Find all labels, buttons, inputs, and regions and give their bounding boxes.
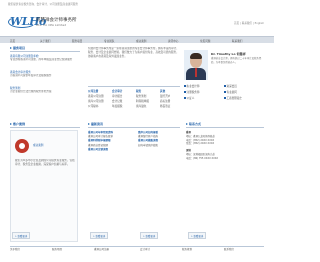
nav-item-home[interactable]: 首页 [10, 39, 15, 43]
news-item[interactable]: 如何申请离岸豁免 [138, 144, 182, 148]
nav-item-faq[interactable]: 常见问题 [200, 39, 210, 43]
office-details: 地址：深圳福田区深南大道 电话：(86) 755 XXXX XXXX [186, 152, 219, 160]
grid-link[interactable]: 年度报税 [112, 104, 122, 108]
credential-item: 工商管理硕士 [224, 96, 242, 100]
header: WLHo 何慧祥会计师事务所 W.L. Ho CPA Limited 首页 | … [0, 9, 274, 33]
service-desc-audit: 为香港公司提供年度审计及报税服务 [10, 74, 52, 77]
grid-link[interactable]: 公司秘书 [88, 104, 98, 108]
news-section-title: 最新资讯 [88, 122, 103, 126]
cases-section-title: 客户案例 [10, 122, 25, 126]
divider [10, 51, 80, 52]
services-section-title: 服务项目 [10, 46, 25, 50]
nav-item-news[interactable]: 资讯中心 [168, 39, 178, 43]
divider [10, 127, 80, 128]
nav-item-services[interactable]: 服务项目 [72, 39, 82, 43]
footer-link[interactable]: 会计审计 [140, 247, 150, 251]
nav-item-about[interactable]: 关于我们 [40, 39, 50, 43]
grid-link[interactable]: 离岸豁免 [136, 104, 146, 108]
client-logo-icon [15, 139, 29, 153]
grid-link[interactable]: 香港公司注册 [88, 94, 104, 98]
grid-heading-audit: 会计审计 [112, 90, 123, 93]
divider [88, 127, 180, 128]
grid-link[interactable]: 会计记账 [112, 99, 122, 103]
news-list-left: 香港公司年审所需资料 香港公司审计报告要求 香港利得税申报期限 香港商业登记续期… [88, 131, 142, 152]
brand-name-english: W.L. Ho CPA Limited [36, 23, 67, 27]
grid-link[interactable]: 审计报告 [112, 94, 122, 98]
bullet-icon [224, 97, 226, 99]
footer-link[interactable]: 服务项目 [52, 247, 62, 251]
founder-profile: Dr. Timothy Lo 何慧祥 香港执业会计师，拥有超过二十年审计及税务经… [184, 50, 266, 116]
bullet-icon [184, 91, 186, 93]
cases-subtitle[interactable]: 成功案例 [33, 143, 43, 147]
news-more-button[interactable]: » 查看更多 [90, 232, 109, 239]
section-arrow-icon [10, 123, 12, 125]
grid-link[interactable]: 移民签证 [160, 104, 170, 108]
grid-link[interactable]: 银行开户 [160, 94, 170, 98]
nav-item-contact[interactable]: 联系我们 [232, 39, 242, 43]
main-navigation: 首页 关于我们 服务项目 专业团队 成功案例 资讯中心 常见问题 联系我们 [0, 36, 274, 43]
founder-photo [184, 50, 208, 80]
footer-link[interactable]: 税务筹划 [182, 247, 192, 251]
footer-link[interactable]: 关于我们 [10, 247, 20, 251]
grid-heading-other: 其他 [160, 90, 166, 93]
contact-more-button[interactable]: » 查看更多 [188, 232, 207, 239]
credential-item: 资深会员 [224, 84, 237, 88]
section-arrow-icon [186, 123, 188, 125]
credential-item: 专业顾问 [224, 90, 237, 94]
bullet-icon [224, 91, 226, 93]
top-announcement: 我们提供专业税务咨询、会计审计、公司注册及商业顾问服务 [8, 3, 79, 6]
grid-link[interactable]: 利得税申报 [136, 99, 149, 103]
service-desc-tax: 为企业提供合法合规的税务筹划方案 [10, 90, 52, 93]
news-list-right: 离岸公司如何报税 香港银行开户指南 香港公司做账流程 如何申请离岸豁免 [138, 131, 182, 148]
section-arrow-icon [88, 123, 90, 125]
news-item[interactable]: 香港公司注销流程 [88, 148, 142, 152]
grid-link[interactable]: 商标注册 [160, 99, 170, 103]
grid-heading-tax: 税务 [136, 90, 142, 93]
bullet-icon [184, 85, 186, 87]
credential-item: 公证人 [184, 96, 194, 100]
header-links[interactable]: 首页 | 联系我们 | English [234, 21, 264, 25]
cases-panel: 成功案例 我们为众多中小企业及跨国公司提供专业服务，包括审计、税务及企业融资，深… [10, 130, 78, 242]
contact-section-title: 联系方式 [186, 122, 201, 126]
nav-item-team[interactable]: 专业团队 [104, 39, 114, 43]
credential-item: 执业会计师 [184, 84, 199, 88]
bullet-icon [224, 85, 226, 87]
cases-more-button[interactable]: » 查看更多 [12, 232, 31, 239]
credential-item: 注册税务师 [184, 90, 199, 94]
section-arrow-icon [10, 47, 12, 49]
faq-more-button[interactable]: » 查看更多 [140, 232, 159, 239]
grid-link[interactable]: 离岸公司注册 [88, 99, 104, 103]
founder-name: Dr. Timothy Lo 何慧祥 [211, 52, 246, 56]
divider [186, 127, 264, 128]
footer-link[interactable]: 联系我们 [224, 247, 234, 251]
founder-description: 香港执业会计师，拥有超过二十年审计及税务经验，为本事务所创办人。 [211, 57, 262, 64]
footer-link[interactable]: 香港公司注册 [94, 247, 109, 251]
grid-heading-registration: 公司注册 [88, 90, 99, 93]
nav-item-cases[interactable]: 成功案例 [136, 39, 146, 43]
bullet-icon [184, 97, 186, 99]
service-desc-registration: 专业办理香港公司注册、周年申报及商业登记续期服务 [10, 58, 73, 61]
contact-info: 香港 地址：香港九龙旺角弥敦道 电话：(852) 2XXX XXXX 传真：(8… [186, 131, 264, 161]
cases-description: 我们为众多中小企业及跨国公司提供专业服务，包括审计、税务及企业融资，深受客户信赖… [15, 159, 75, 166]
grid-link[interactable]: 税务筹划 [136, 94, 146, 98]
company-intro-text: 何慧祥会计师事务所是一家在香港注册的专业会计师事务所，拥有丰富的审计、税务、会计… [88, 47, 179, 58]
office-details: 地址：香港九龙旺角弥敦道 电话：(852) 2XXX XXXX 传真：(852)… [186, 134, 215, 146]
divider [88, 86, 180, 87]
company-logo[interactable]: WLHo [8, 15, 46, 29]
